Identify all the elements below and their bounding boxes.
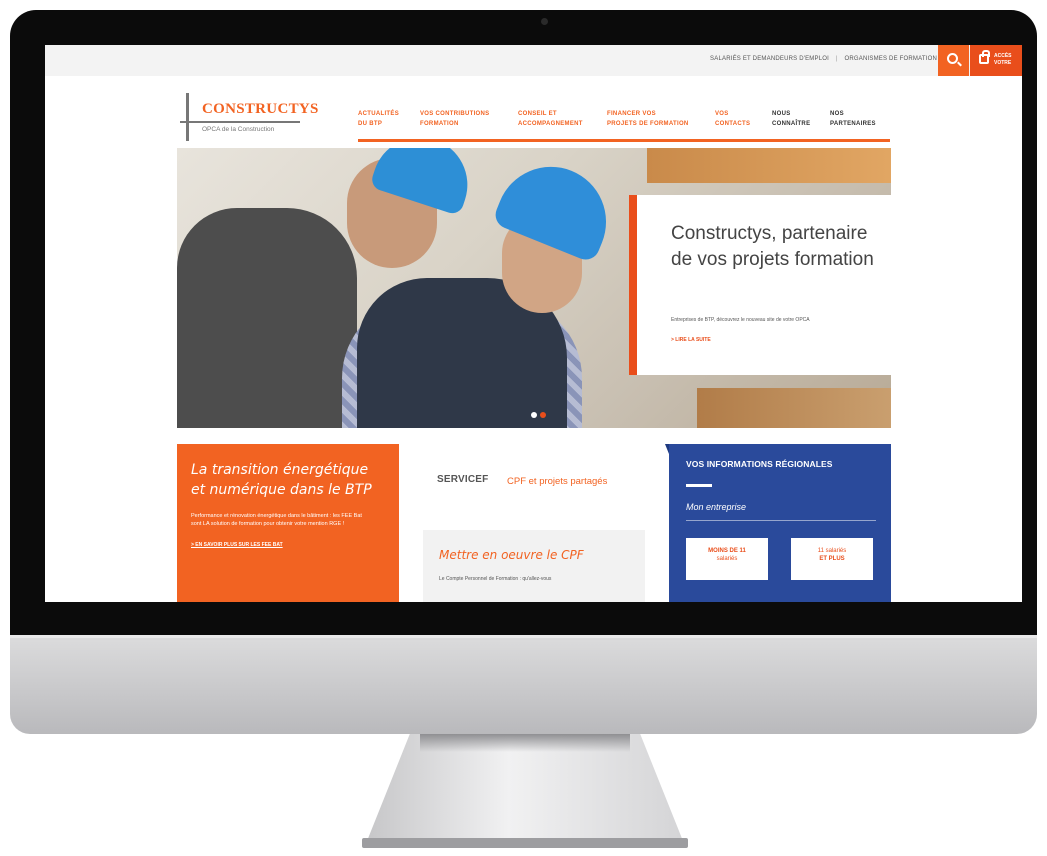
regional-underline [686,484,712,487]
less-than-11-line2: salariés [716,556,738,562]
monitor-chin-edge [10,635,1037,638]
promo-text: Performance et rénovation énergétique da… [191,513,362,527]
service-text: CPF et projets partagés [507,476,608,487]
cpf-box[interactable]: Mettre en oeuvre le CPF Le Compte Person… [423,530,645,602]
service-cpf-banner[interactable]: SERVICEF CPF et projets partagés [437,470,647,494]
nav-partenaires-line1: NOS [830,111,844,117]
more-than-11-line2: ET PLUS [819,556,845,562]
promo-link[interactable]: > EN SAVOIR PLUS SUR LES FEE BAT [191,542,385,548]
regional-tab-fold [665,444,669,454]
hero-card: Constructys, partenaire de vos projets f… [629,195,891,375]
nav-financer-line2: PROJETS DE FORMATION [607,121,689,127]
nav-actualites[interactable]: ACTUALITÉS DU BTP [358,109,399,129]
nav-contributions-line2: FORMATION [420,121,459,127]
regional-info-panel: VOS INFORMATIONS RÉGIONALES Mon entrepri… [665,444,891,602]
logo-tagline: OPCA de la Construction [202,126,275,133]
nav-actualites-line1: ACTUALITÉS [358,111,399,117]
nav-contributions[interactable]: VOS CONTRIBUTIONS FORMATION [420,109,489,129]
hero-photo-beam [647,148,891,183]
nav-contributions-line1: VOS CONTRIBUTIONS [420,111,490,117]
more-than-11-line1: 11 salariés [817,548,847,554]
hero-photo-plank [697,388,891,428]
link-salaries[interactable]: SALARIÉS ET DEMANDEURS D'EMPLOI [710,56,829,62]
hero-read-more-link[interactable]: > LIRE LA SUITE [671,337,711,343]
cpf-title: Mettre en oeuvre le CPF [439,548,584,562]
service-logo: SERVICEF [437,474,489,485]
carousel-dots [531,405,549,423]
less-than-11-line1: MOINS DE 11 [708,548,746,554]
nav-conseil[interactable]: CONSEIL ET ACCOMPAGNEMENT [518,109,583,129]
nav-nous-connaitre-line2: CONNAÎTRE [772,121,811,127]
more-than-11-button[interactable]: 11 salariés ET PLUS [791,538,873,580]
nav-partenaires[interactable]: NOS PARTENAIRES [830,109,876,129]
cpf-text: Le Compte Personnel de Formation : qu'al… [439,576,552,582]
nav-nous-connaitre-line1: NOUS [772,111,791,117]
utility-bar: SALARIÉS ET DEMANDEURS D'EMPLOI | ORGANI… [45,45,1022,76]
nav-conseil-line1: CONSEIL ET [518,111,557,117]
nav-contacts-line2: CONTACTS [715,121,751,127]
hero-text: Entreprises de BTP, découvrez le nouveau… [671,317,810,323]
logo-bracket [186,93,189,141]
utility-separator: | [835,56,838,62]
utility-links: SALARIÉS ET DEMANDEURS D'EMPLOI | ORGANI… [710,56,937,62]
camera-icon [541,18,548,25]
logo-line [180,121,300,123]
access-label-line2: VOTRE [994,60,1012,66]
carousel-dot-1[interactable] [531,412,537,418]
website-screen: SALARIÉS ET DEMANDEURS D'EMPLOI | ORGANI… [45,45,1022,602]
regional-divider [686,520,876,521]
search-icon-handle [957,61,962,67]
main-navigation: ACTUALITÉS DU BTP VOS CONTRIBUTIONS FORM… [358,109,890,142]
nav-conseil-line2: ACCOMPAGNEMENT [518,121,583,127]
monitor-stand-shadow [420,734,630,752]
less-than-11-button[interactable]: MOINS DE 11 salariés [686,538,768,580]
nav-contacts-line1: VOS [715,111,729,117]
promo-energy-transition: La transition énergétique et numérique d… [177,444,399,602]
nav-actualites-line2: DU BTP [358,121,383,127]
hero-banner: Constructys, partenaire de vos projets f… [177,148,891,428]
account-access-label: ACCÈS VOTRE [994,53,1012,67]
account-access-button[interactable]: ACCÈS VOTRE [970,45,1022,76]
carousel-dot-2[interactable] [540,412,546,418]
nav-financer-line1: FINANCER VOS [607,111,656,117]
nav-partenaires-line2: PARTENAIRES [830,121,876,127]
link-organismes[interactable]: ORGANISMES DE FORMATION [845,56,938,62]
nav-nous-connaitre[interactable]: NOUS CONNAÎTRE [772,109,810,129]
nav-contacts[interactable]: VOS CONTACTS [715,109,750,129]
regional-title: VOS INFORMATIONS RÉGIONALES [686,459,833,469]
promo-title: La transition énergétique et numérique d… [191,462,372,498]
hero-photo-worker1 [177,208,357,428]
access-label-line1: ACCÈS [994,53,1012,59]
monitor-chin [10,635,1037,734]
constructys-logo[interactable]: CONSTRUCTYS OPCA de la Construction [180,93,318,143]
monitor-stand-base [362,838,688,848]
nav-financer[interactable]: FINANCER VOS PROJETS DE FORMATION [607,109,689,129]
search-button[interactable] [938,45,969,76]
lock-icon [979,50,990,64]
hero-title: Constructys, partenaire de vos projets f… [671,223,874,270]
regional-subtitle: Mon entreprise [686,502,747,512]
logo-name: CONSTRUCTYS [202,101,319,117]
